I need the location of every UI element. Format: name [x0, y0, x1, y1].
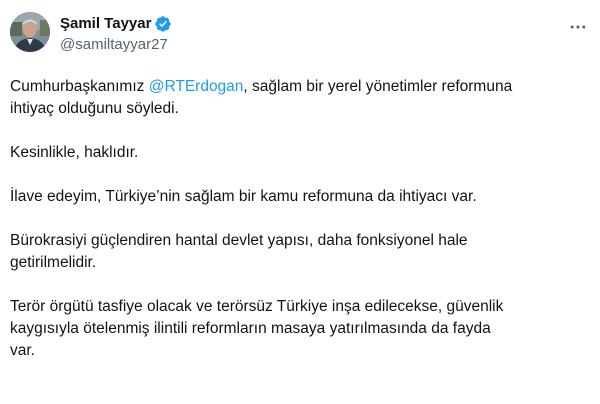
name-row: Şamil Tayyar — [60, 14, 172, 34]
text-segment: kaygısıyla ötelenmiş ilintili reformları… — [10, 320, 491, 337]
text-segment: Cumhurbaşkanımız — [10, 78, 149, 95]
text-segment: ihtiyaç olduğunu söyledi. — [10, 100, 179, 117]
tweet-card: Şamil Tayyar @samiltayyar27 Cumhurbaşkan… — [0, 0, 600, 404]
tweet-paragraph-1: Cumhurbaşkanımız @RTErdogan, sağlam bir … — [10, 76, 590, 120]
avatar-image — [10, 12, 50, 52]
text-segment: Bürokrasiyi güçlendiren hantal devlet ya… — [10, 232, 468, 249]
tweet-paragraph-4: Bürokrasiyi güçlendiren hantal devlet ya… — [10, 230, 590, 274]
text-segment: getirilmelidir. — [10, 254, 97, 271]
text-segment: Kesinlikle, haklıdır. — [10, 144, 139, 161]
avatar[interactable] — [10, 12, 50, 52]
tweet-paragraph-2: Kesinlikle, haklıdır. — [10, 142, 590, 164]
more-options-icon[interactable] — [566, 15, 590, 39]
tweet-header: Şamil Tayyar @samiltayyar27 — [10, 11, 590, 59]
mention-link[interactable]: @RTErdogan — [149, 78, 244, 95]
display-name[interactable]: Şamil Tayyar — [60, 14, 151, 34]
tweet-text: Cumhurbaşkanımız @RTErdogan, sağlam bir … — [10, 76, 590, 384]
author-block[interactable]: Şamil Tayyar @samiltayyar27 — [60, 14, 172, 55]
handle[interactable]: @samiltayyar27 — [60, 35, 172, 55]
text-segment: var. — [10, 342, 35, 359]
text-segment: Terör örgütü tasfiye olacak ve terörsüz … — [10, 298, 504, 315]
tweet-paragraph-5: Terör örgütü tasfiye olacak ve terörsüz … — [10, 296, 590, 362]
text-segment: İlave edeyim, Türkiye’nin sağlam bir kam… — [10, 188, 477, 205]
tweet-paragraph-3: İlave edeyim, Türkiye’nin sağlam bir kam… — [10, 186, 590, 208]
text-segment: , sağlam bir yerel yönetimler reformuna — [243, 78, 513, 95]
verified-badge-icon[interactable] — [154, 15, 172, 33]
